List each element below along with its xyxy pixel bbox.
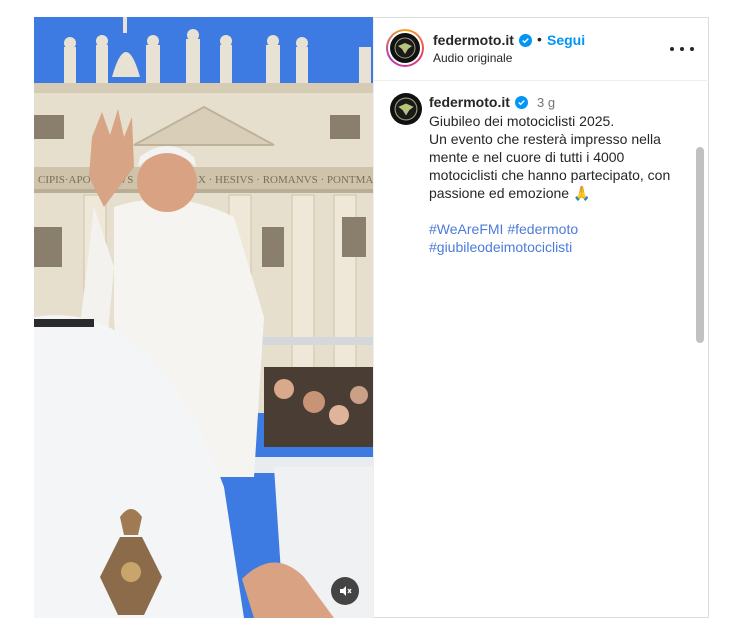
hashtag-link[interactable]: #WeAreFMI: [429, 221, 503, 237]
separator: •: [537, 31, 542, 47]
follow-button[interactable]: Segui: [547, 32, 585, 48]
author-username[interactable]: federmoto.it: [433, 32, 514, 48]
scrollbar[interactable]: [696, 147, 704, 343]
hashtags: #WeAreFMI #federmoto #giubileodeimotocic…: [429, 220, 691, 256]
post-sidebar: federmoto.it • Segui Audio originale fed…: [373, 17, 709, 618]
post-header: federmoto.it • Segui Audio originale: [374, 17, 709, 81]
caption-title: Giubileo dei motociclisti 2025.: [429, 113, 615, 129]
fmi-logo-icon: [394, 37, 416, 59]
dot-icon: [680, 47, 684, 51]
caption-text: Giubileo dei motociclisti 2025. Un event…: [429, 112, 691, 256]
post-media[interactable]: CIPIS·APO · AVLVS · PONT · MAX · HESIVS …: [34, 17, 373, 618]
dot-icon: [670, 47, 674, 51]
hashtag-link[interactable]: #giubileodeimotociclisti: [429, 239, 572, 255]
fmi-logo-icon: [394, 97, 418, 121]
dot-icon: [690, 47, 694, 51]
facade-inscription: CIPIS·APO · AVLVS · PONT · MAX · HESIVS …: [38, 174, 373, 186]
caption-username[interactable]: federmoto.it: [429, 94, 510, 110]
verified-badge-icon: [515, 96, 528, 109]
story-ring[interactable]: [386, 29, 424, 67]
post-timestamp[interactable]: 3 g: [537, 95, 555, 110]
speaker-muted-icon: [340, 586, 352, 596]
more-options-button[interactable]: [670, 39, 694, 59]
verified-badge-icon: [519, 34, 532, 47]
audio-label[interactable]: Audio originale: [433, 51, 512, 65]
caption-section: federmoto.it 3 g Giubileo dei motociclis…: [374, 81, 709, 343]
mute-button[interactable]: [331, 577, 359, 605]
caption-avatar[interactable]: [390, 93, 422, 125]
post-video-frame: CIPIS·APO · AVLVS · PONT · MAX · HESIVS …: [34, 17, 373, 618]
caption-body: Un evento che resterà impresso nella men…: [429, 131, 671, 201]
avatar: [390, 33, 420, 63]
hashtag-link[interactable]: #federmoto: [507, 221, 578, 237]
